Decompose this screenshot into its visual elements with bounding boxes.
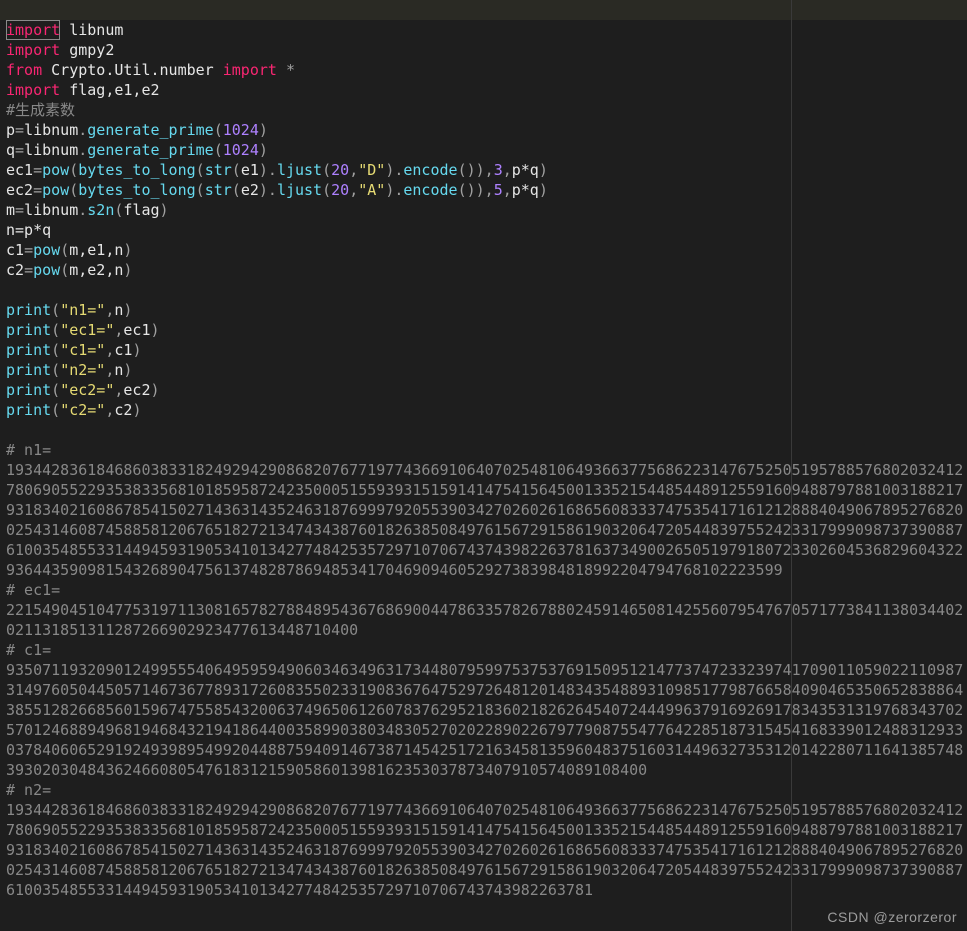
function-name: generate_prime [87,141,213,159]
output-ec1-label: # ec1= [6,581,60,599]
watermark: CSDN @zerorzeror [827,907,957,927]
function-name: print [6,301,51,319]
var-name: m [6,201,15,219]
string-literal: "ec1=" [60,321,114,339]
function-name: print [6,361,51,379]
string-literal: "A" [358,181,385,199]
function-name: pow [33,261,60,279]
var-name: ec2 [6,181,33,199]
function-name: s2n [87,201,114,219]
assignment: n=p*q [6,221,51,239]
function-name: generate_prime [87,121,213,139]
star: * [286,61,295,79]
function-name: print [6,381,51,399]
keyword-import: import [6,81,60,99]
output-comment-block: # n1= 1934428361846860383318249294290868… [6,440,967,900]
keyword-import: import [6,41,60,59]
string-literal: "n1=" [60,301,105,319]
output-n2-label: # n2= [6,781,51,799]
var-name: p [6,121,15,139]
keyword-import: import [223,61,277,79]
module-name: libnum [69,21,123,39]
output-c1-label: # c1= [6,641,51,659]
function-name: print [6,341,51,359]
keyword-from: from [6,61,42,79]
output-n1-value: 1934428361846860383318249294290868207677… [6,461,963,579]
function-name: print [6,401,51,419]
var-name: c2 [6,261,24,279]
function-name: print [6,321,51,339]
output-n2-value: 1934428361846860383318249294290868207677… [6,801,963,899]
number-literal: 1024 [223,121,259,139]
var-name: q [6,141,15,159]
string-literal: "c2=" [60,401,105,419]
output-c1-value: 9350711932090124995554064959594906034634… [6,661,963,779]
module-name: gmpy2 [69,41,114,59]
module-name: flag,e1,e2 [69,81,159,99]
function-name: pow [33,241,60,259]
function-name: pow [42,161,69,179]
output-n1-label: # n1= [6,441,51,459]
output-ec1-value: 2215490451047753197113081657827884895436… [6,601,963,639]
string-literal: "D" [358,161,385,179]
string-literal: "c1=" [60,341,105,359]
string-literal: "n2=" [60,361,105,379]
module-name: Crypto.Util.number [51,61,214,79]
keyword-import: import [6,21,60,39]
var-name: ec1 [6,161,33,179]
number-literal: 1024 [223,141,259,159]
string-literal: "ec2=" [60,381,114,399]
code-editor[interactable]: import libnum import gmpy2 from Crypto.U… [6,0,967,900]
var-name: c1 [6,241,24,259]
function-name: pow [42,181,69,199]
comment: #生成素数 [6,101,75,119]
